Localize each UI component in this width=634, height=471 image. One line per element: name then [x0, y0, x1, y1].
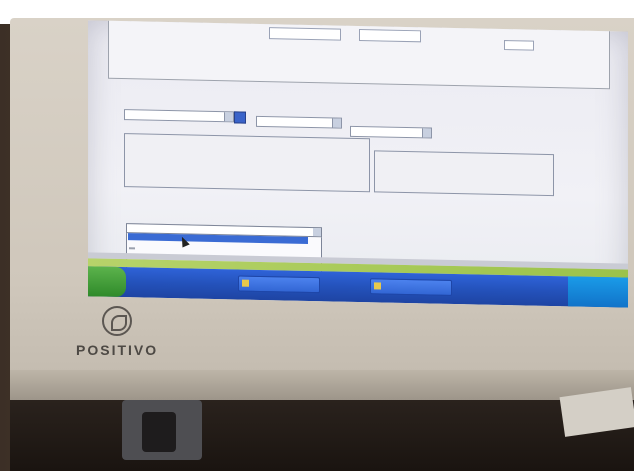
brand-logo-icon — [102, 306, 132, 336]
calendar-icon[interactable] — [234, 111, 246, 124]
taskbar-button[interactable] — [238, 275, 320, 294]
remarks-textarea[interactable] — [374, 150, 554, 197]
monitor-stand-edge — [10, 370, 634, 400]
monitor-screen — [88, 20, 628, 308]
date-field[interactable] — [124, 109, 234, 123]
dropdown-option[interactable] — [129, 247, 135, 250]
result-select[interactable] — [350, 125, 432, 139]
top-form-box — [108, 20, 610, 90]
outlet-socket — [142, 412, 176, 452]
type-select[interactable] — [256, 115, 342, 129]
notes-textarea[interactable] — [124, 133, 370, 193]
start-button[interactable] — [88, 266, 126, 298]
taskbar-button[interactable] — [370, 278, 452, 296]
top-select-2[interactable] — [359, 29, 421, 43]
top-select-1[interactable] — [269, 27, 341, 41]
top-select-3[interactable] — [504, 40, 534, 51]
monitor-brand: POSITIVO — [76, 342, 159, 358]
window-icon — [242, 279, 249, 287]
desk — [10, 400, 634, 471]
window-icon — [374, 282, 381, 290]
system-tray — [568, 276, 628, 308]
